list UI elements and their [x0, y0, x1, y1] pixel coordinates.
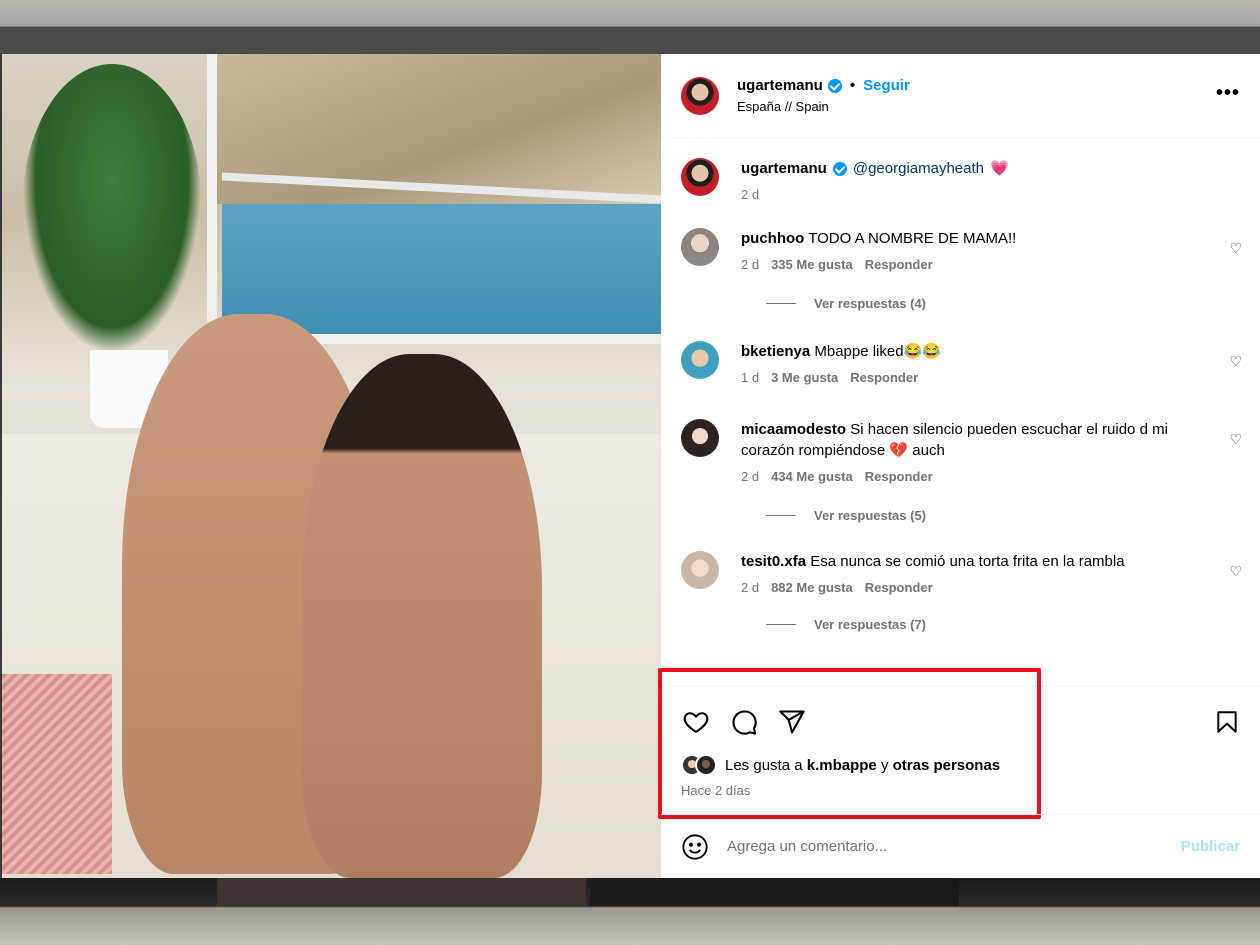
- comment-text: tesit0.xfa Esa nunca se comió una torta …: [741, 551, 1212, 572]
- post-header: ugartemanu • Seguir España // Spain •••: [661, 54, 1260, 138]
- comment-like-icon[interactable]: ♡: [1229, 563, 1242, 580]
- post-photo[interactable]: [2, 54, 661, 878]
- caption-meta: 2 d: [741, 187, 1212, 202]
- comment-text: micaamodesto Si hacen silencio pueden es…: [741, 419, 1212, 461]
- view-replies-button[interactable]: Ver respuestas (7): [766, 617, 1242, 632]
- comment-username[interactable]: puchhoo: [741, 230, 804, 247]
- comment-likes[interactable]: 434 Me gusta: [771, 469, 853, 484]
- comment-item: puchhoo TODO A NOMBRE DE MAMA!! 2 d 335 …: [681, 228, 1242, 272]
- separator-dot: •: [849, 77, 856, 94]
- caption-time: 2 d: [741, 187, 760, 202]
- comment-content: Esa nunca se comió una torta frita en la…: [810, 553, 1125, 570]
- comment-input[interactable]: [727, 838, 1181, 855]
- post-modal: ugartemanu • Seguir España // Spain ••• …: [2, 54, 1260, 878]
- comment-meta: 1 d 3 Me gusta Responder: [741, 370, 1212, 385]
- comment-avatar[interactable]: [681, 228, 719, 266]
- comment-time: 1 d: [741, 370, 760, 385]
- comment-meta: 2 d 434 Me gusta Responder: [741, 469, 1212, 484]
- heart-emoji: 💗: [990, 160, 1009, 177]
- comment-item: micaamodesto Si hacen silencio pueden es…: [681, 419, 1242, 484]
- comment-avatar[interactable]: [681, 341, 719, 379]
- comment-body: tesit0.xfa Esa nunca se comió una torta …: [741, 551, 1242, 595]
- comment-username[interactable]: micaamodesto: [741, 421, 846, 438]
- caption-avatar[interactable]: [681, 158, 719, 196]
- post-location[interactable]: España // Spain: [737, 99, 910, 114]
- caption-username[interactable]: ugartemanu: [741, 158, 827, 179]
- bookmark-icon[interactable]: [1212, 707, 1242, 737]
- background-top: [0, 0, 1260, 54]
- comment-likes[interactable]: 3 Me gusta: [771, 370, 838, 385]
- author-username[interactable]: ugartemanu: [737, 77, 823, 94]
- comment-time: 2 d: [741, 580, 760, 595]
- comment-avatar[interactable]: [681, 419, 719, 457]
- comments-list[interactable]: ugartemanu @georgiamayheath 💗 2 d puchho…: [661, 138, 1260, 686]
- comment-body: puchhoo TODO A NOMBRE DE MAMA!! 2 d 335 …: [741, 228, 1242, 272]
- comment-item: bketienya Mbappe liked😂😂 1 d 3 Me gusta …: [681, 341, 1242, 385]
- caption-mention[interactable]: @georgiamayheath: [853, 158, 984, 179]
- comment-meta: 2 d 335 Me gusta Responder: [741, 257, 1212, 272]
- post-side-panel: ugartemanu • Seguir España // Spain ••• …: [658, 54, 1260, 878]
- background-thumb: [217, 878, 586, 906]
- comment-time: 2 d: [741, 469, 760, 484]
- more-options-icon[interactable]: •••: [1216, 82, 1240, 105]
- background-thumb: [590, 878, 959, 906]
- comment-body: micaamodesto Si hacen silencio pueden es…: [741, 419, 1242, 484]
- add-comment-bar: Publicar: [661, 814, 1260, 878]
- caption-text: ugartemanu @georgiamayheath 💗: [741, 158, 1212, 179]
- photo-person-woman: [302, 354, 542, 878]
- comment-item: tesit0.xfa Esa nunca se comió una torta …: [681, 551, 1242, 595]
- photo-window: [207, 54, 661, 344]
- reply-button[interactable]: Responder: [865, 469, 933, 484]
- comment-content: Mbappe liked😂😂: [814, 343, 941, 360]
- comment-time: 2 d: [741, 257, 760, 272]
- comment-text: puchhoo TODO A NOMBRE DE MAMA!!: [741, 228, 1212, 249]
- caption: ugartemanu @georgiamayheath 💗 2 d: [681, 158, 1242, 202]
- comment-like-icon[interactable]: ♡: [1229, 240, 1242, 257]
- reply-button[interactable]: Responder: [850, 370, 918, 385]
- verified-icon: [827, 78, 842, 93]
- verified-icon: [832, 161, 847, 176]
- comment-username[interactable]: tesit0.xfa: [741, 553, 806, 570]
- comment-content: TODO A NOMBRE DE MAMA!!: [808, 230, 1017, 247]
- comment-like-icon[interactable]: ♡: [1229, 431, 1242, 448]
- photo-shorts: [2, 674, 112, 874]
- comment-likes[interactable]: 335 Me gusta: [771, 257, 853, 272]
- author-line: ugartemanu • Seguir: [737, 77, 910, 94]
- reply-button[interactable]: Responder: [865, 257, 933, 272]
- view-replies-button[interactable]: Ver respuestas (4): [766, 296, 1242, 311]
- emoji-icon[interactable]: [681, 833, 709, 861]
- comment-like-icon[interactable]: ♡: [1229, 353, 1242, 370]
- comment-body: bketienya Mbappe liked😂😂 1 d 3 Me gusta …: [741, 341, 1242, 385]
- comment-username[interactable]: bketienya: [741, 343, 810, 360]
- comment-meta: 2 d 882 Me gusta Responder: [741, 580, 1212, 595]
- follow-button[interactable]: Seguir: [863, 77, 910, 94]
- publish-button[interactable]: Publicar: [1181, 838, 1240, 855]
- author-avatar[interactable]: [681, 76, 719, 115]
- photo-plant: [22, 64, 202, 354]
- reply-button[interactable]: Responder: [865, 580, 933, 595]
- comment-likes[interactable]: 882 Me gusta: [771, 580, 853, 595]
- caption-body: ugartemanu @georgiamayheath 💗 2 d: [741, 158, 1242, 202]
- highlight-box: [658, 668, 1041, 819]
- comment-avatar[interactable]: [681, 551, 719, 589]
- comment-text: bketienya Mbappe liked😂😂: [741, 341, 1212, 362]
- view-replies-button[interactable]: Ver respuestas (5): [766, 508, 1242, 523]
- author-info: ugartemanu • Seguir España // Spain: [737, 77, 910, 114]
